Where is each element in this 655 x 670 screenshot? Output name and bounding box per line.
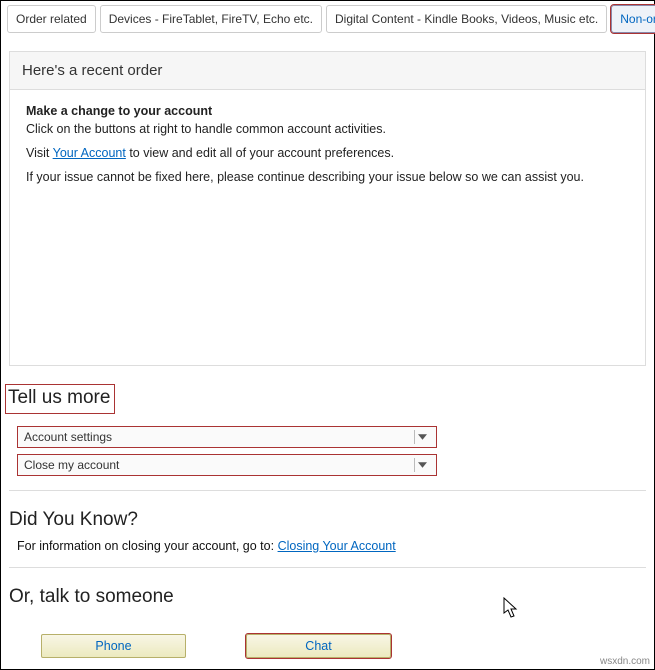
issue-detail-select[interactable]: Close my account xyxy=(17,454,437,476)
tab-non-order-related[interactable]: Non-order related xyxy=(611,5,655,33)
tab-digital-content[interactable]: Digital Content - Kindle Books, Videos, … xyxy=(326,5,607,33)
divider xyxy=(9,567,646,568)
chevron-down-icon xyxy=(414,430,430,444)
tab-devices[interactable]: Devices - FireTablet, FireTV, Echo etc. xyxy=(100,5,322,33)
category-tabs: Order related Devices - FireTablet, Fire… xyxy=(1,1,654,33)
tab-order-related[interactable]: Order related xyxy=(7,5,96,33)
phone-button[interactable]: Phone xyxy=(41,634,186,658)
did-you-know-body: For information on closing your account,… xyxy=(17,539,646,553)
chevron-down-icon xyxy=(414,458,430,472)
issue-category-select[interactable]: Account settings xyxy=(17,426,437,448)
your-account-link[interactable]: Your Account xyxy=(53,146,126,160)
account-help-line2-post: to view and edit all of your account pre… xyxy=(126,146,394,160)
did-you-know-text: For information on closing your account,… xyxy=(17,539,278,553)
watermark: wsxdn.com xyxy=(600,656,650,667)
account-help-line1: Click on the buttons at right to handle … xyxy=(26,122,629,136)
recent-order-heading: Here's a recent order xyxy=(9,51,646,90)
did-you-know-heading: Did You Know? xyxy=(9,509,646,531)
account-help-line3: If your issue cannot be fixed here, plea… xyxy=(26,170,629,184)
chat-button[interactable]: Chat xyxy=(246,634,391,658)
account-help-line2-pre: Visit xyxy=(26,146,53,160)
talk-to-someone-heading: Or, talk to someone xyxy=(9,586,646,608)
issue-detail-value: Close my account xyxy=(24,458,119,472)
account-help-box: Make a change to your account Click on t… xyxy=(9,90,646,366)
contact-options: Phone Chat xyxy=(41,634,654,658)
tell-us-more-heading: Tell us more xyxy=(5,384,115,414)
account-help-title: Make a change to your account xyxy=(26,104,629,118)
account-help-line2: Visit Your Account to view and edit all … xyxy=(26,146,629,160)
closing-your-account-link[interactable]: Closing Your Account xyxy=(278,539,396,553)
divider xyxy=(9,490,646,491)
issue-category-value: Account settings xyxy=(24,430,112,444)
